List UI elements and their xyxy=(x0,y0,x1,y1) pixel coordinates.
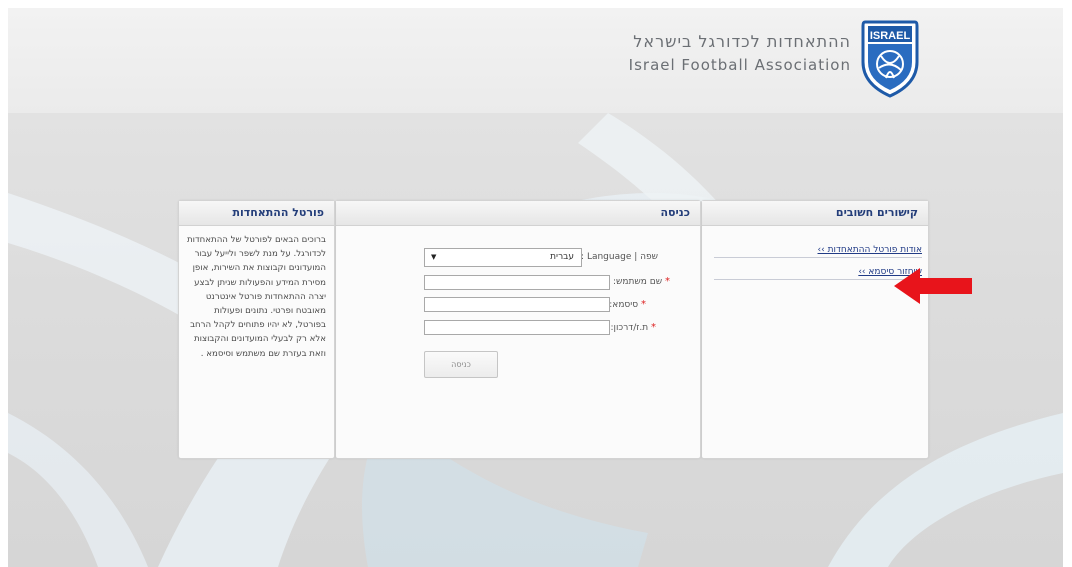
password-input[interactable] xyxy=(424,297,610,312)
language-selected-value: עברית xyxy=(550,252,574,262)
ifa-shield-logo-icon[interactable]: ISRAEL xyxy=(859,18,921,98)
org-name-english: Israel Football Association xyxy=(628,56,851,74)
password-label-text: סיסמא: xyxy=(609,300,639,310)
username-input[interactable] xyxy=(424,275,610,290)
login-panel-title: כניסה xyxy=(336,201,700,226)
login-button[interactable]: כניסה xyxy=(424,351,498,378)
required-asterisk: * xyxy=(641,299,646,310)
link-password-recovery[interactable]: שיחזור סיסמא ›› xyxy=(714,258,922,280)
required-asterisk: * xyxy=(651,322,656,333)
id-passport-input[interactable] xyxy=(424,320,610,335)
page-frame: ההתאחדות לכדורגל בישראל Israel Football … xyxy=(8,8,1063,567)
org-name-hebrew: ההתאחדות לכדורגל בישראל xyxy=(633,32,851,51)
portal-panel-title: פורטל ההתאחדות xyxy=(179,201,334,226)
id-passport-label: * ת.ז/דרכון: xyxy=(611,322,657,333)
id-passport-label-text: ת.ז/דרכון: xyxy=(610,323,649,333)
link-about-portal[interactable]: אודות פורטל ההתאחדות ›› xyxy=(714,236,922,258)
required-asterisk: * xyxy=(665,276,670,287)
password-label: * סיסמא: xyxy=(609,299,646,310)
important-links-panel: קישורים חשובים אודות פורטל ההתאחדות ›› ש… xyxy=(701,200,929,459)
dropdown-caret-icon: ▼ xyxy=(431,253,437,261)
login-panel: כניסה שפה | Language : עברית ▼ * שם משתמ… xyxy=(335,200,701,459)
site-header: ההתאחדות לכדורגל בישראל Israel Football … xyxy=(8,8,1063,113)
language-select[interactable]: עברית ▼ xyxy=(424,248,582,267)
red-arrow-icon xyxy=(894,268,972,304)
logo-text: ISRAEL xyxy=(870,30,911,42)
links-panel-title: קישורים חשובים xyxy=(702,201,928,226)
username-label: * שם משתמש: xyxy=(613,276,670,287)
username-label-text: שם משתמש: xyxy=(612,277,663,287)
language-label: שפה | Language : xyxy=(581,252,658,262)
portal-info-panel: פורטל ההתאחדות ברוכים הבאים לפורטל של הה… xyxy=(178,200,335,459)
portal-description: ברוכים הבאים לפורטל של ההתאחדות לכדורגל.… xyxy=(187,235,326,359)
